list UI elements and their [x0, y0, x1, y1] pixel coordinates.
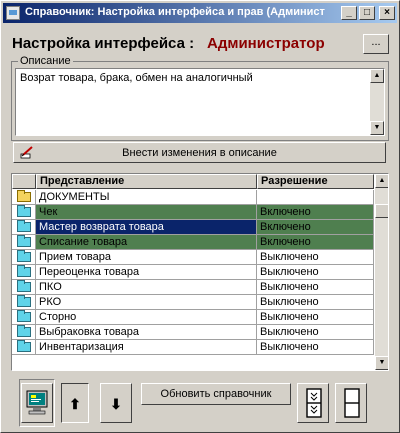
folder-icon	[17, 205, 31, 217]
grid-scroll-up-icon[interactable]: ▲	[375, 174, 388, 188]
folder-icon	[17, 310, 31, 322]
row-view-name[interactable]: Списание товара	[36, 235, 257, 250]
row-permission[interactable]: Выключено	[257, 250, 374, 265]
table-row[interactable]: ДОКУМЕНТЫ	[12, 190, 374, 205]
close-button[interactable]: ×	[379, 6, 395, 20]
table-row[interactable]: РКО Выключено	[12, 295, 374, 310]
row-view-name[interactable]: Сторно	[36, 310, 257, 325]
row-view-name[interactable]: Чек	[36, 205, 257, 220]
row-icon-cell	[12, 250, 36, 265]
arrow-down-icon: ⬇	[110, 396, 122, 412]
description-legend: Описание	[18, 55, 73, 67]
row-icon-cell	[12, 295, 36, 310]
folder-icon	[17, 280, 31, 292]
move-down-button[interactable]: ⬇	[100, 383, 132, 423]
minimize-button[interactable]: _	[341, 6, 357, 20]
folder-icon	[17, 190, 31, 202]
folder-icon	[17, 340, 31, 352]
app-icon	[6, 6, 20, 20]
scroll-down-arrow-icon[interactable]: ▼	[370, 121, 384, 135]
table-row[interactable]: Выбраковка товара Выключено	[12, 325, 374, 340]
move-up-button[interactable]: ⬆	[61, 383, 89, 423]
folder-icon	[17, 295, 31, 307]
folder-icon	[17, 265, 31, 277]
collapse-all-button[interactable]	[335, 383, 367, 423]
row-permission[interactable]: Выключено	[257, 265, 374, 280]
row-permission[interactable]: Выключено	[257, 280, 374, 295]
row-icon-cell	[12, 235, 36, 250]
description-group: Описание Возрат товара, брака, обмен на …	[11, 55, 389, 141]
table-row[interactable]: Чек Включено	[12, 205, 374, 220]
table-row[interactable]: ПКО Выключено	[12, 280, 374, 295]
row-view-name[interactable]: ПКО	[36, 280, 257, 295]
row-view-name[interactable]: РКО	[36, 295, 257, 310]
grid-scrollbar[interactable]: ▲ ▼	[375, 174, 388, 370]
row-icon-cell	[12, 190, 36, 205]
row-view-name[interactable]: Инвентаризация	[36, 340, 257, 355]
table-row[interactable]: Мастер возврата товара Включено	[12, 220, 374, 235]
column-header-view[interactable]: Представление	[36, 174, 257, 189]
monitor-icon	[26, 390, 48, 415]
description-textarea[interactable]: Возрат товара, брака, обмен на аналогичн…	[15, 68, 385, 136]
folder-icon	[17, 250, 31, 262]
row-permission[interactable]: Выключено	[257, 325, 374, 340]
refresh-directory-button[interactable]: Обновить справочник	[141, 383, 291, 405]
row-permission[interactable]: Выключено	[257, 340, 374, 355]
row-view-name[interactable]: Выбраковка товара	[36, 325, 257, 340]
folder-icon	[17, 220, 31, 232]
row-view-name[interactable]: Переоценка товара	[36, 265, 257, 280]
row-indicator-header	[12, 174, 36, 189]
select-user-button[interactable]: ...	[363, 34, 389, 54]
row-icon-cell	[12, 205, 36, 220]
description-scrollbar[interactable]: ▲ ▼	[370, 69, 384, 135]
row-icon-cell	[12, 325, 36, 340]
row-permission[interactable]: Включено	[257, 235, 374, 250]
row-permission[interactable]: Включено	[257, 220, 374, 235]
row-icon-cell	[12, 220, 36, 235]
maximize-button[interactable]: □	[359, 6, 375, 20]
table-row[interactable]: Инвентаризация Выключено	[12, 340, 374, 355]
refresh-directory-label: Обновить справочник	[160, 388, 272, 400]
permissions-grid[interactable]: Представление Разрешение ДОКУМЕНТЫ Чек Вкл…	[11, 173, 389, 371]
grid-scroll-thumb[interactable]	[375, 204, 388, 218]
title-bar[interactable]: Справочник: Настройка интерфейса и прав …	[3, 3, 397, 23]
row-icon-cell	[12, 340, 36, 355]
row-permission[interactable]: Выключено	[257, 310, 374, 325]
interface-settings-label: Настройка интерфейса :	[12, 35, 195, 52]
arrow-up-icon: ⬆	[69, 396, 81, 412]
folder-icon	[17, 235, 31, 247]
scroll-up-arrow-icon[interactable]: ▲	[370, 69, 384, 83]
folder-icon	[17, 325, 31, 337]
row-view-name[interactable]: Мастер возврата товара	[36, 220, 257, 235]
table-row[interactable]: Прием товара Выключено	[12, 250, 374, 265]
description-text: Возрат товара, брака, обмен на аналогичн…	[20, 72, 253, 84]
collapse-tree-icon	[344, 388, 360, 418]
expand-all-button[interactable]	[297, 383, 329, 423]
column-header-permission[interactable]: Разрешение	[257, 174, 374, 189]
view-interface-button[interactable]	[21, 383, 53, 423]
row-permission[interactable]: Выключено	[257, 295, 374, 310]
row-icon-cell	[12, 310, 36, 325]
current-user-label: Администратор	[207, 35, 325, 52]
row-view-name[interactable]: ДОКУМЕНТЫ	[36, 190, 257, 205]
row-permission[interactable]	[257, 190, 374, 205]
apply-description-label: Внести изменения в описание	[122, 147, 277, 159]
main-window: Справочник: Настройка интерфейса и прав …	[0, 0, 400, 433]
table-row[interactable]: Переоценка товара Выключено	[12, 265, 374, 280]
row-icon-cell	[12, 265, 36, 280]
row-view-name[interactable]: Прием товара	[36, 250, 257, 265]
table-row[interactable]: Списание товара Включено	[12, 235, 374, 250]
apply-description-button[interactable]: Внести изменения в описание	[13, 142, 386, 163]
row-permission[interactable]: Включено	[257, 205, 374, 220]
row-icon-cell	[12, 280, 36, 295]
expand-tree-icon	[306, 388, 322, 418]
grid-scroll-down-icon[interactable]: ▼	[375, 356, 388, 370]
window-title: Справочник: Настройка интерфейса и прав …	[25, 6, 325, 18]
table-row[interactable]: Сторно Выключено	[12, 310, 374, 325]
